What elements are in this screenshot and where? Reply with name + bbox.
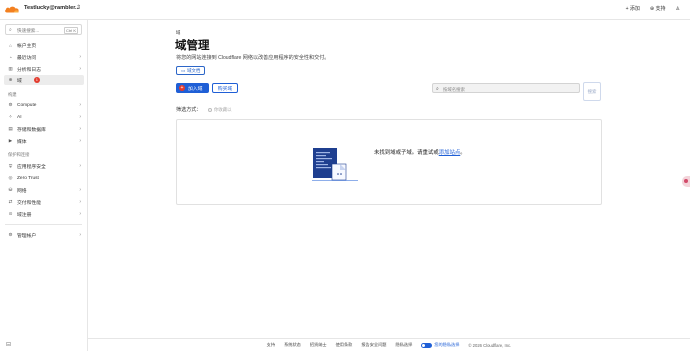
search-button[interactable]: 搜索 bbox=[583, 82, 601, 101]
sidebar-item-storage[interactable]: ▤ 存储和数据库 › bbox=[4, 124, 84, 134]
shortcut-hint: Ctrl K bbox=[64, 27, 78, 34]
footer-link-terms[interactable]: 使用条款 bbox=[336, 342, 353, 348]
sidebar-item-zero-trust[interactable]: ◎ Zero Trust bbox=[4, 173, 84, 183]
domain-docs-link[interactable]: ▭ 域文档 bbox=[176, 66, 206, 75]
sidebar-item-manage-account[interactable]: ⚙ 管理帐户 › bbox=[4, 230, 84, 240]
page-description: 将您的网站连接到 Cloudflare 网络以改善应用程序的安全性和交付。 bbox=[176, 55, 330, 61]
sidebar-item-app-security[interactable]: ⛨ 应用程序安全 › bbox=[4, 161, 84, 171]
account-switcher[interactable]: Testlucky@rambler... bbox=[24, 5, 80, 11]
footer-link-status[interactable]: 系统状态 bbox=[284, 342, 301, 348]
shield-icon: ⛨ bbox=[8, 163, 13, 169]
sidebar-item-compute[interactable]: ⚙ Compute › bbox=[4, 100, 84, 110]
footer-link-report-security[interactable]: 报告安全问题 bbox=[361, 342, 386, 348]
zero-trust-icon: ◎ bbox=[8, 175, 13, 180]
chevron-right-icon: › bbox=[79, 199, 81, 205]
search-icon: ⌕ bbox=[436, 85, 439, 92]
add-button[interactable]: + 添加 bbox=[626, 5, 640, 12]
filter-label: 筛选方式： bbox=[176, 107, 202, 113]
notification-badge: 1 bbox=[33, 77, 40, 83]
document-icon: ▭ bbox=[181, 67, 186, 73]
page-title: 域管理 bbox=[175, 40, 210, 52]
chevron-updown-icon[interactable]: ⇕ bbox=[76, 4, 81, 11]
footer-link-careers[interactable]: 招贤纳士 bbox=[310, 342, 327, 348]
sidebar-item-ai[interactable]: ✧ AI › bbox=[4, 112, 84, 122]
quick-search-input[interactable]: ⌕ 快速搜索... Ctrl K bbox=[5, 24, 82, 35]
add-domain-button[interactable]: + 加入域 bbox=[176, 83, 209, 93]
sidebar-item-network[interactable]: ⛁ 网络 › bbox=[4, 185, 84, 195]
chevron-right-icon: › bbox=[79, 102, 81, 108]
filter-favorites-option[interactable]: 你收藏以 bbox=[208, 107, 232, 113]
footer-link-support[interactable]: 支持 bbox=[267, 342, 275, 348]
chevron-right-icon: › bbox=[79, 211, 81, 217]
top-bar: Testlucky@rambler... ⇕ + 添加 ⊕ 支持 ♙ bbox=[0, 0, 690, 20]
search-icon: ⌕ bbox=[9, 27, 12, 33]
network-icon: ⛁ bbox=[8, 187, 13, 192]
empty-folder-illustration bbox=[312, 148, 358, 181]
chevron-right-icon: › bbox=[79, 138, 81, 144]
chevron-right-icon: › bbox=[79, 54, 81, 60]
collapse-sidebar-icon[interactable]: ⊟ bbox=[6, 341, 11, 348]
section-build: 构建 bbox=[8, 92, 17, 97]
privacy-choices-link[interactable]: 您的隐私选择 bbox=[421, 342, 459, 348]
media-icon: ▶ bbox=[8, 138, 13, 143]
chevron-right-icon: › bbox=[79, 114, 81, 120]
globe-icon: ⊕ bbox=[8, 77, 13, 82]
sidebar-item-domain-registration[interactable]: ⊙ 域注册 › bbox=[4, 209, 84, 219]
breadcrumb[interactable]: 域 bbox=[176, 30, 180, 36]
empty-state-panel: 未找到域或子域。请重试或添加站点。 bbox=[176, 119, 602, 205]
domain-search-input[interactable]: ⌕ 按域名搜索 bbox=[432, 83, 580, 93]
chevron-right-icon: › bbox=[79, 66, 81, 72]
buy-domain-button[interactable]: 购买域 bbox=[212, 83, 238, 93]
copyright: © 2026 Cloudflare, Inc. bbox=[468, 342, 512, 348]
sidebar: ⌕ 快速搜索... Ctrl K ⌂ 帐户主页 ◔ 最近访问 › ▥ 分析和日志… bbox=[0, 20, 88, 351]
sidebar-item-account-home[interactable]: ⌂ 帐户主页 bbox=[4, 40, 84, 50]
analytics-icon: ◔ bbox=[9, 54, 12, 60]
section-protect: 保护和连接 bbox=[8, 152, 30, 157]
footer-link-cookie-preferences[interactable]: 隐私选择 bbox=[396, 342, 413, 348]
privacy-toggle-icon bbox=[421, 342, 433, 348]
empty-state-message: 未找到域或子域。请重试或添加站点。 bbox=[374, 150, 466, 156]
sidebar-item-delivery[interactable]: ⇄ 交付和性能 › bbox=[4, 197, 84, 207]
domain-registration-icon: ⊙ bbox=[8, 211, 13, 216]
feedback-tab[interactable] bbox=[682, 176, 690, 187]
add-site-link[interactable]: 添加站点 bbox=[439, 150, 461, 156]
sidebar-item-domains[interactable]: ⊕ 域 1 bbox=[4, 75, 84, 85]
footer: 支持 系统状态 招贤纳士 使用条款 报告安全问题 隐私选择 您的隐私选择 © 2… bbox=[88, 338, 690, 351]
chart-icon: ▥ bbox=[8, 66, 13, 71]
home-icon: ⌂ bbox=[9, 42, 12, 48]
top-actions: + 添加 ⊕ 支持 ♙ bbox=[626, 5, 680, 13]
user-icon[interactable]: ♙ bbox=[676, 6, 680, 12]
chevron-right-icon: › bbox=[79, 163, 81, 169]
delivery-icon: ⇄ bbox=[8, 199, 13, 204]
ai-icon: ✧ bbox=[8, 114, 13, 119]
chevron-right-icon: › bbox=[79, 232, 81, 238]
chevron-right-icon: › bbox=[79, 126, 81, 132]
settings-icon: ⚙ bbox=[8, 232, 13, 237]
support-button[interactable]: ⊕ 支持 bbox=[650, 5, 666, 12]
cloudflare-logo-icon[interactable] bbox=[4, 4, 20, 14]
plus-icon: + bbox=[179, 85, 185, 91]
chevron-right-icon: › bbox=[79, 187, 81, 193]
sidebar-item-media[interactable]: ▶ 媒体 › bbox=[4, 136, 84, 146]
radio-icon bbox=[208, 108, 212, 112]
compute-icon: ⚙ bbox=[8, 102, 13, 107]
storage-icon: ▤ bbox=[8, 126, 13, 131]
sidebar-item-analytics[interactable]: ▥ 分析和日志 › bbox=[4, 64, 84, 74]
sidebar-divider bbox=[5, 224, 82, 225]
sidebar-item-recent[interactable]: ◔ 最近访问 › bbox=[4, 52, 84, 62]
